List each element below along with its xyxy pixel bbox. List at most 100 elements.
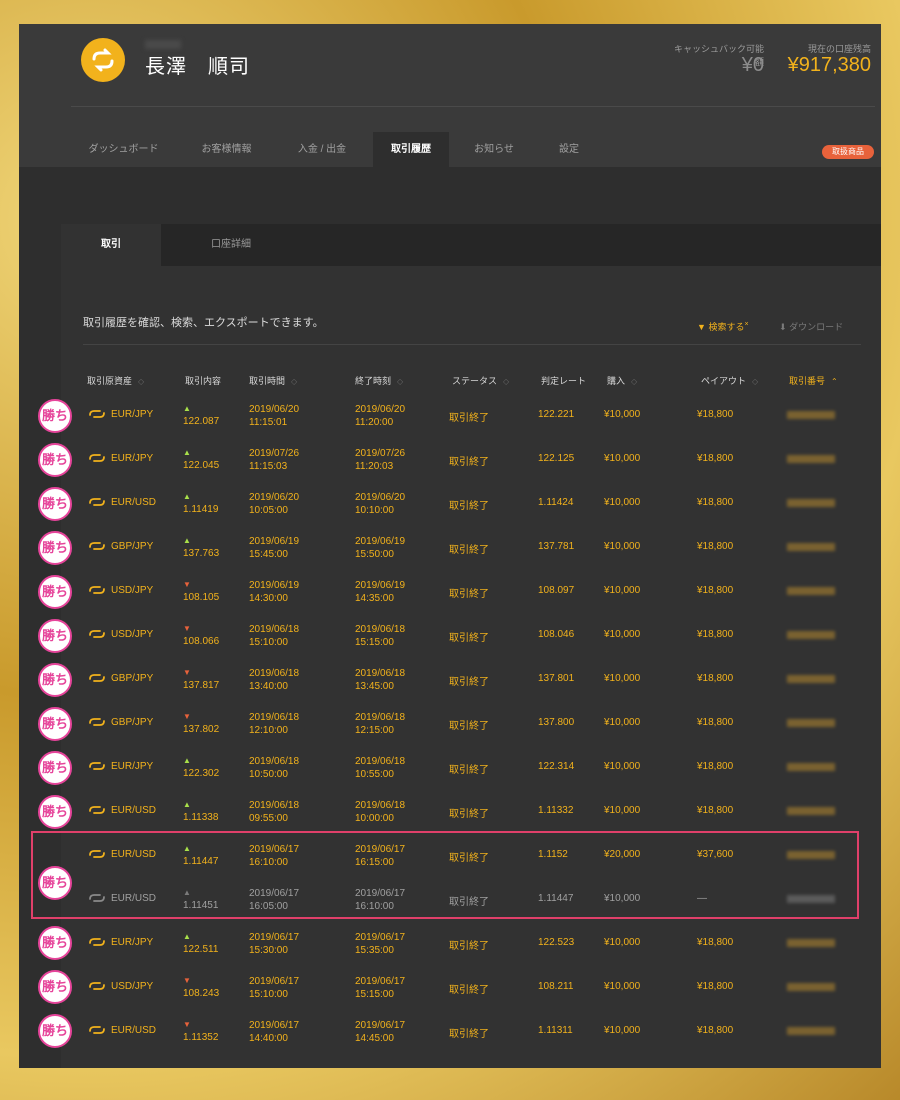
purchase-cell: ¥10,000 <box>604 981 641 992</box>
direction-cell: ▼ 1.11352 <box>183 1018 218 1044</box>
judge-rate-cell: 1.11424 <box>538 497 574 508</box>
entry-rate: 108.243 <box>183 988 220 999</box>
sort-icon: ◇ <box>503 377 510 386</box>
trade-number-blurred <box>787 1027 835 1035</box>
tab-customer-info[interactable]: お客様情報 <box>179 132 274 167</box>
table-row[interactable]: GBP/JPY ▼ 137.802 2019/06/18 12:10:00 2019/06… <box>61 702 881 746</box>
win-badge: 勝ち <box>38 487 72 521</box>
table-row[interactable]: EUR/USD ▲ 1.11419 2019/06/20 10:05:00 2019/06… <box>61 482 881 526</box>
end-clock: 11:20:00 <box>355 417 394 428</box>
end-date: 2019/06/19 <box>355 580 406 591</box>
tab-trade-history[interactable]: 取引履歴 <box>373 132 449 167</box>
end-time-cell: 2019/06/19 15:50:00 <box>355 535 405 561</box>
table-row[interactable]: EUR/JPY ▲ 122.302 2019/06/18 10:50:00 2019/06… <box>61 746 881 790</box>
header-purchase[interactable]: 購入 ◇ <box>607 374 637 387</box>
table-row[interactable]: EUR/USD ▼ 1.11352 2019/06/17 14:40:00 2019/06… <box>61 1010 881 1054</box>
end-clock: 15:15:00 <box>355 989 394 1000</box>
download-button[interactable]: ⬇ ダウンロード <box>779 320 843 333</box>
asset-cell: USD/JPY <box>111 629 154 640</box>
sort-icon: ◇ <box>752 377 759 386</box>
currency-pair-icon <box>89 498 105 506</box>
start-clock: 11:15:03 <box>249 461 288 472</box>
end-time-cell: 2019/06/18 10:00:00 <box>355 799 405 825</box>
direction-cell: ▲ 122.302 <box>183 754 219 780</box>
end-date: 2019/07/26 <box>355 448 406 459</box>
start-date: 2019/06/19 <box>249 580 300 591</box>
end-clock: 14:35:00 <box>355 593 394 604</box>
table-row[interactable]: GBP/JPY ▼ 137.817 2019/06/18 13:40:00 2019/06… <box>61 658 881 702</box>
trade-number-blurred <box>787 719 835 727</box>
highlight-box <box>31 831 859 919</box>
asset-cell: GBP/JPY <box>111 673 154 684</box>
win-badge: 勝ち <box>38 575 72 609</box>
subtab-trade[interactable]: 取引 <box>61 224 161 266</box>
entry-rate: 1.11338 <box>183 812 219 823</box>
tab-deposit-withdraw[interactable]: 入金 / 出金 <box>277 132 367 167</box>
subtab-account-detail[interactable]: 口座詳細 <box>171 224 291 266</box>
payout-cell: ¥18,800 <box>697 937 734 948</box>
header-start-time[interactable]: 取引時間 ◇ <box>249 374 297 387</box>
asset-cell: EUR/JPY <box>111 761 154 772</box>
end-clock: 11:20:03 <box>355 461 394 472</box>
judge-rate-cell: 1.11311 <box>538 1025 573 1036</box>
arrow-down-icon: ▼ <box>183 624 191 633</box>
end-date: 2019/06/19 <box>355 536 406 547</box>
purchase-cell: ¥10,000 <box>604 629 641 640</box>
judge-rate-cell: 108.097 <box>538 585 575 596</box>
search-button[interactable]: ▼ 検索する× <box>697 320 749 333</box>
filter-icon: ▼ <box>697 322 706 332</box>
win-badge: 勝ち <box>38 443 72 477</box>
start-date: 2019/06/18 <box>249 800 300 811</box>
sort-icon: ◇ <box>397 377 404 386</box>
win-badge: 勝ち <box>38 707 72 741</box>
end-clock: 14:45:00 <box>355 1033 394 1044</box>
trade-number-blurred <box>787 587 835 595</box>
start-date: 2019/06/18 <box>249 668 300 679</box>
status-cell: 取引終了 <box>449 501 489 512</box>
header-asset[interactable]: 取引原資産 ◇ <box>87 374 144 387</box>
table-row[interactable]: EUR/JPY ▲ 122.045 2019/07/26 11:15:03 2019/07… <box>61 438 881 482</box>
table-row[interactable]: GBP/JPY ▲ 137.763 2019/06/19 15:45:00 2019/06… <box>61 526 881 570</box>
end-date: 2019/06/20 <box>355 492 406 503</box>
start-date: 2019/06/17 <box>249 932 300 943</box>
win-badge: 勝ち <box>38 926 72 960</box>
table-row[interactable]: EUR/USD ▲ 1.11338 2019/06/18 09:55:00 2019/06… <box>61 790 881 834</box>
arrow-down-icon: ▼ <box>183 712 191 721</box>
direction-cell: ▲ 1.11419 <box>183 490 218 516</box>
judge-rate-cell: 137.781 <box>538 541 575 552</box>
status-cell: 取引終了 <box>449 677 489 688</box>
header-payout[interactable]: ペイアウト ◇ <box>701 374 758 387</box>
start-clock: 15:10:00 <box>249 637 288 648</box>
table-row[interactable]: EUR/JPY ▲ 122.087 2019/06/20 11:15:01 2019/06… <box>61 394 881 438</box>
download-icon: ⬇ <box>779 322 787 332</box>
end-date: 2019/06/18 <box>355 624 406 635</box>
start-time-cell: 2019/06/19 15:45:00 <box>249 535 299 561</box>
header-direction: 取引内容 <box>185 374 221 387</box>
status-cell: 取引終了 <box>449 1029 489 1040</box>
header-judge-rate: 判定レート <box>541 374 586 387</box>
start-date: 2019/06/17 <box>249 976 300 987</box>
judge-rate-cell: 122.221 <box>538 409 575 420</box>
tab-dashboard[interactable]: ダッシュボード <box>71 132 176 167</box>
currency-pair-icon <box>89 806 105 814</box>
payout-cell: ¥18,800 <box>697 453 734 464</box>
table-row[interactable]: USD/JPY ▼ 108.105 2019/06/19 14:30:00 2019/06… <box>61 570 881 614</box>
table-row[interactable]: USD/JPY ▼ 108.243 2019/06/17 15:10:00 2019/06… <box>61 966 881 1010</box>
asset-cell: USD/JPY <box>111 585 154 596</box>
header-trade-number[interactable]: 取引番号 ⌃ <box>789 374 838 387</box>
purchase-cell: ¥10,000 <box>604 453 641 464</box>
table-row[interactable]: USD/JPY ▼ 108.066 2019/06/18 15:10:00 2019/06… <box>61 614 881 658</box>
end-date: 2019/06/18 <box>355 668 406 679</box>
start-clock: 10:05:00 <box>249 505 288 516</box>
tab-notices[interactable]: お知らせ <box>459 132 529 167</box>
status-cell: 取引終了 <box>449 457 489 468</box>
header-status[interactable]: ステータス ◇ <box>452 374 509 387</box>
products-button[interactable]: 取扱商品 <box>822 145 874 159</box>
table-row[interactable]: EUR/JPY ▲ 122.511 2019/06/17 15:30:00 2019/06… <box>61 922 881 966</box>
win-badge: 勝ち <box>38 795 72 829</box>
tab-settings[interactable]: 設定 <box>534 132 604 167</box>
trade-number-blurred <box>787 807 835 815</box>
header-end-time[interactable]: 終了時刻 ◇ <box>355 374 403 387</box>
brand-logo-icon[interactable] <box>81 38 125 82</box>
download-label: ダウンロード <box>789 322 844 332</box>
